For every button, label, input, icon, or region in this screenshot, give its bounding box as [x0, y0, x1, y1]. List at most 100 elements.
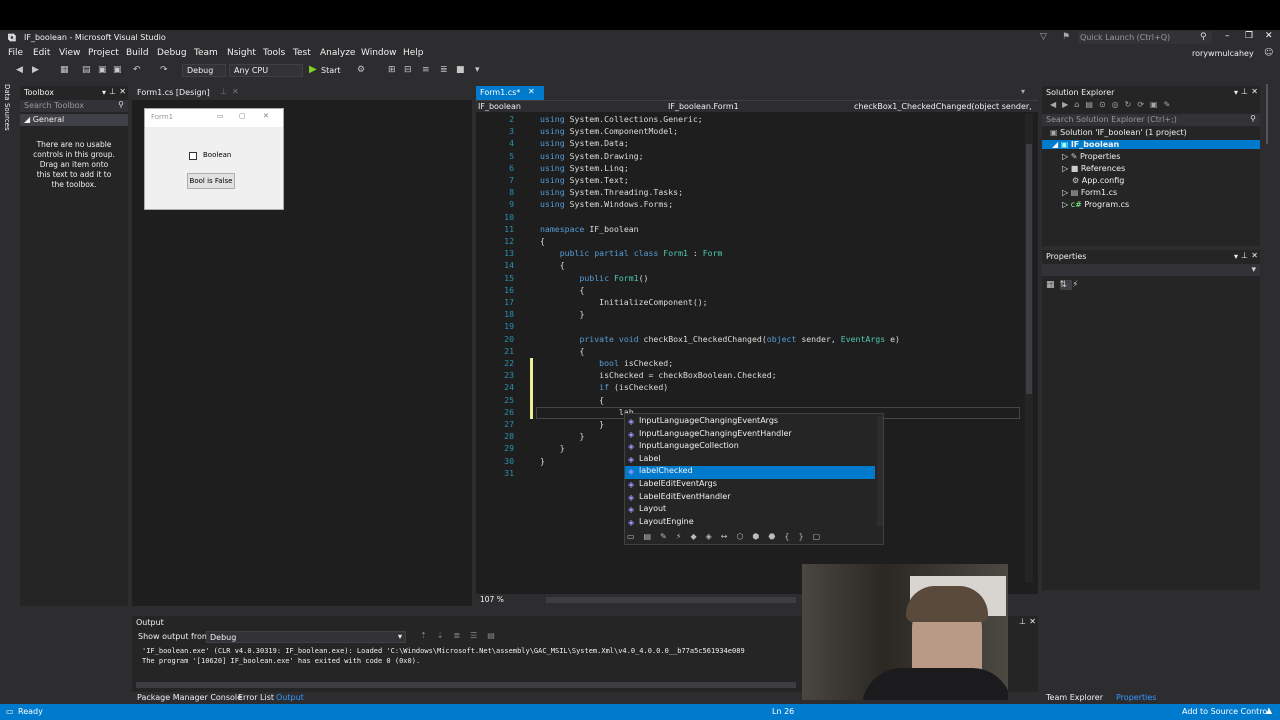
nav-project-dropdown[interactable]: IF_boolean [478, 102, 664, 111]
platform-dropdown[interactable]: Any CPU [229, 64, 303, 77]
menu-team[interactable]: Team [194, 48, 218, 58]
dropdown-icon[interactable]: ▾ [102, 88, 106, 97]
menu-build[interactable]: Build [126, 48, 149, 58]
zoom-level[interactable]: 107 % [480, 595, 504, 604]
dropdown-icon[interactable]: ▾ [1234, 88, 1238, 97]
tree-item-program[interactable]: ▷ c# Program.cs [1062, 200, 1129, 209]
arrow-up-icon[interactable]: ▲ [1266, 706, 1272, 715]
menu-project[interactable]: Project [88, 48, 119, 58]
solution-explorer-toolbar[interactable]: ◀▶⌂▤⊙◎↻⟳▣✎ [1042, 100, 1260, 112]
quick-launch-input[interactable]: Quick Launch (Ctrl+Q) [1078, 31, 1212, 44]
tree-project[interactable]: ◢ ▣ IF_boolean [1042, 140, 1260, 149]
properties-object-dropdown[interactable]: ▾ [1042, 264, 1260, 276]
tab-output[interactable]: Output [276, 693, 304, 702]
menu-test[interactable]: Test [293, 48, 311, 58]
tree-item-properties[interactable]: ▷ ✎ Properties [1062, 152, 1120, 161]
tab-error-list[interactable]: Error List [238, 693, 274, 702]
output-horizontal-scrollbar[interactable] [136, 682, 796, 688]
menu-help[interactable]: Help [403, 48, 424, 58]
menu-tools[interactable]: Tools [263, 48, 285, 58]
output-toolbar[interactable]: ⇡⇣≣☰▤ [420, 631, 505, 640]
stop-icon[interactable]: ■ [456, 65, 465, 75]
nav-class-dropdown[interactable]: IF_boolean.Form1 [668, 102, 844, 111]
tab-team-explorer[interactable]: Team Explorer [1046, 693, 1103, 702]
horizontal-scrollbar[interactable] [546, 597, 796, 603]
intellisense-item[interactable]: ◈ InputLanguageCollection [625, 441, 875, 454]
vertical-scrollbar[interactable] [1025, 114, 1033, 582]
close-icon[interactable]: ✕ [528, 87, 535, 96]
menu-view[interactable]: View [59, 48, 80, 58]
tree-item-form1[interactable]: ▷ ▤ Form1.cs [1062, 188, 1117, 197]
menu-debug[interactable]: Debug [157, 48, 187, 58]
close-button[interactable]: ✕ [1265, 31, 1273, 41]
tab-package-manager[interactable]: Package Manager Console [137, 693, 242, 702]
new-project-icon[interactable]: ▦ [60, 65, 69, 75]
align-right-icon[interactable]: ≣ [440, 65, 448, 75]
intellisense-item[interactable]: ◈ LabelEditEventArgs [625, 479, 875, 492]
close-icon[interactable]: ✕ [119, 87, 126, 96]
intellisense-item[interactable]: ◈ labelChecked [625, 466, 875, 479]
tab-designer[interactable]: Form1.cs [Design] ⊥ ✕ [132, 86, 472, 100]
tab-overflow-icon[interactable]: ▾ [1021, 87, 1025, 96]
properties-toolbar[interactable]: ▦⇅⚡ [1046, 280, 1083, 290]
open-icon[interactable]: ▤ [82, 65, 91, 75]
back-icon[interactable]: ◀ [16, 65, 23, 75]
dropdown-icon[interactable]: ▾ [1234, 252, 1238, 261]
pin-icon[interactable]: ⊥ [1019, 617, 1026, 626]
data-sources-tab[interactable]: Data Sources [3, 84, 11, 131]
pin-icon[interactable]: ⊥ [1241, 251, 1248, 260]
toolbar-more-icon[interactable]: ▾ [475, 65, 480, 75]
save-all-icon[interactable]: ▣ [113, 65, 122, 75]
menu-file[interactable]: File [8, 48, 23, 58]
diagnostic-tools-tab[interactable] [1266, 84, 1274, 144]
toolbox-group-general[interactable]: ◢ General [20, 114, 128, 126]
add-source-control[interactable]: Add to Source Control [1182, 707, 1270, 716]
layout-icon[interactable]: ⊞ [388, 65, 396, 75]
redo-icon[interactable]: ↷ [160, 65, 168, 75]
intellisense-item[interactable]: ◈ Layout [625, 504, 875, 517]
attach-icon[interactable]: ⚙ [357, 65, 365, 75]
menu-analyze[interactable]: Analyze [320, 48, 355, 58]
restore-button[interactable]: ❐ [1245, 31, 1253, 41]
bool-button[interactable]: Bool is False [187, 173, 235, 189]
search-icon[interactable]: ⚲ [1200, 32, 1207, 42]
scrollbar-thumb[interactable] [1026, 144, 1032, 394]
menu-window[interactable]: Window [361, 48, 397, 58]
close-icon[interactable]: ✕ [1251, 87, 1258, 96]
intellisense-item[interactable]: ◈ LayoutEngine [625, 517, 875, 530]
close-icon[interactable]: ✕ [1251, 251, 1258, 260]
tab-form1-cs[interactable]: Form1.cs* ✕ [476, 86, 544, 100]
minimize-button[interactable]: – [1225, 31, 1230, 41]
intellisense-item[interactable]: ◈ Label [625, 454, 875, 467]
boolean-checkbox[interactable]: Boolean [187, 149, 237, 163]
output-source-dropdown[interactable]: Debug ▾ [206, 631, 406, 643]
start-icon[interactable]: ▶ [309, 64, 317, 75]
config-dropdown[interactable]: Debug [182, 64, 226, 77]
undo-icon[interactable]: ↶ [133, 65, 141, 75]
save-icon[interactable]: ▣ [98, 65, 107, 75]
user-name[interactable]: rorywmulcahey [1192, 49, 1254, 58]
nav-member-dropdown[interactable]: checkBox1_CheckedChanged(object sender, … [854, 102, 1034, 111]
search-icon[interactable]: ⚲ [118, 100, 124, 109]
forward-icon[interactable]: ▶ [32, 65, 39, 75]
start-button[interactable]: Start [321, 66, 341, 75]
close-icon[interactable]: ✕ [1029, 617, 1036, 626]
menu-edit[interactable]: Edit [33, 48, 50, 58]
menu-nsight[interactable]: Nsight [227, 48, 256, 58]
intellisense-item[interactable]: ◈ InputLanguageChangingEventHandler [625, 429, 875, 442]
intellisense-filter-icons[interactable]: ▭▤✎⚡◆◈↔⬡⬢⬣{}▢ [627, 532, 883, 544]
intellisense-item[interactable]: ◈ InputLanguageChangingEventArgs [625, 416, 875, 429]
tab-properties[interactable]: Properties [1116, 693, 1156, 702]
intellisense-item[interactable]: ◈ LabelEditEventHandler [625, 492, 875, 505]
align-center-icon[interactable]: ≡ [422, 65, 430, 75]
toolbox-search-input[interactable]: Search Toolbox ⚲ [20, 100, 128, 112]
notification-icon[interactable]: ⚑ [1062, 32, 1070, 42]
close-icon[interactable]: ✕ [232, 87, 239, 96]
form-window[interactable]: Form1 ▭ ▢ ✕ Boolean Bool is False [144, 108, 284, 210]
tree-item-references[interactable]: ▷ ■ References [1062, 164, 1125, 173]
solution-search-input[interactable]: Search Solution Explorer (Ctrl+;) ⚲ [1042, 114, 1260, 126]
align-icon[interactable]: ⊟ [404, 65, 412, 75]
pin-icon[interactable]: ⊥ [109, 87, 116, 96]
account-icon[interactable]: ☺ [1264, 48, 1273, 58]
search-icon[interactable]: ⚲ [1250, 114, 1256, 123]
